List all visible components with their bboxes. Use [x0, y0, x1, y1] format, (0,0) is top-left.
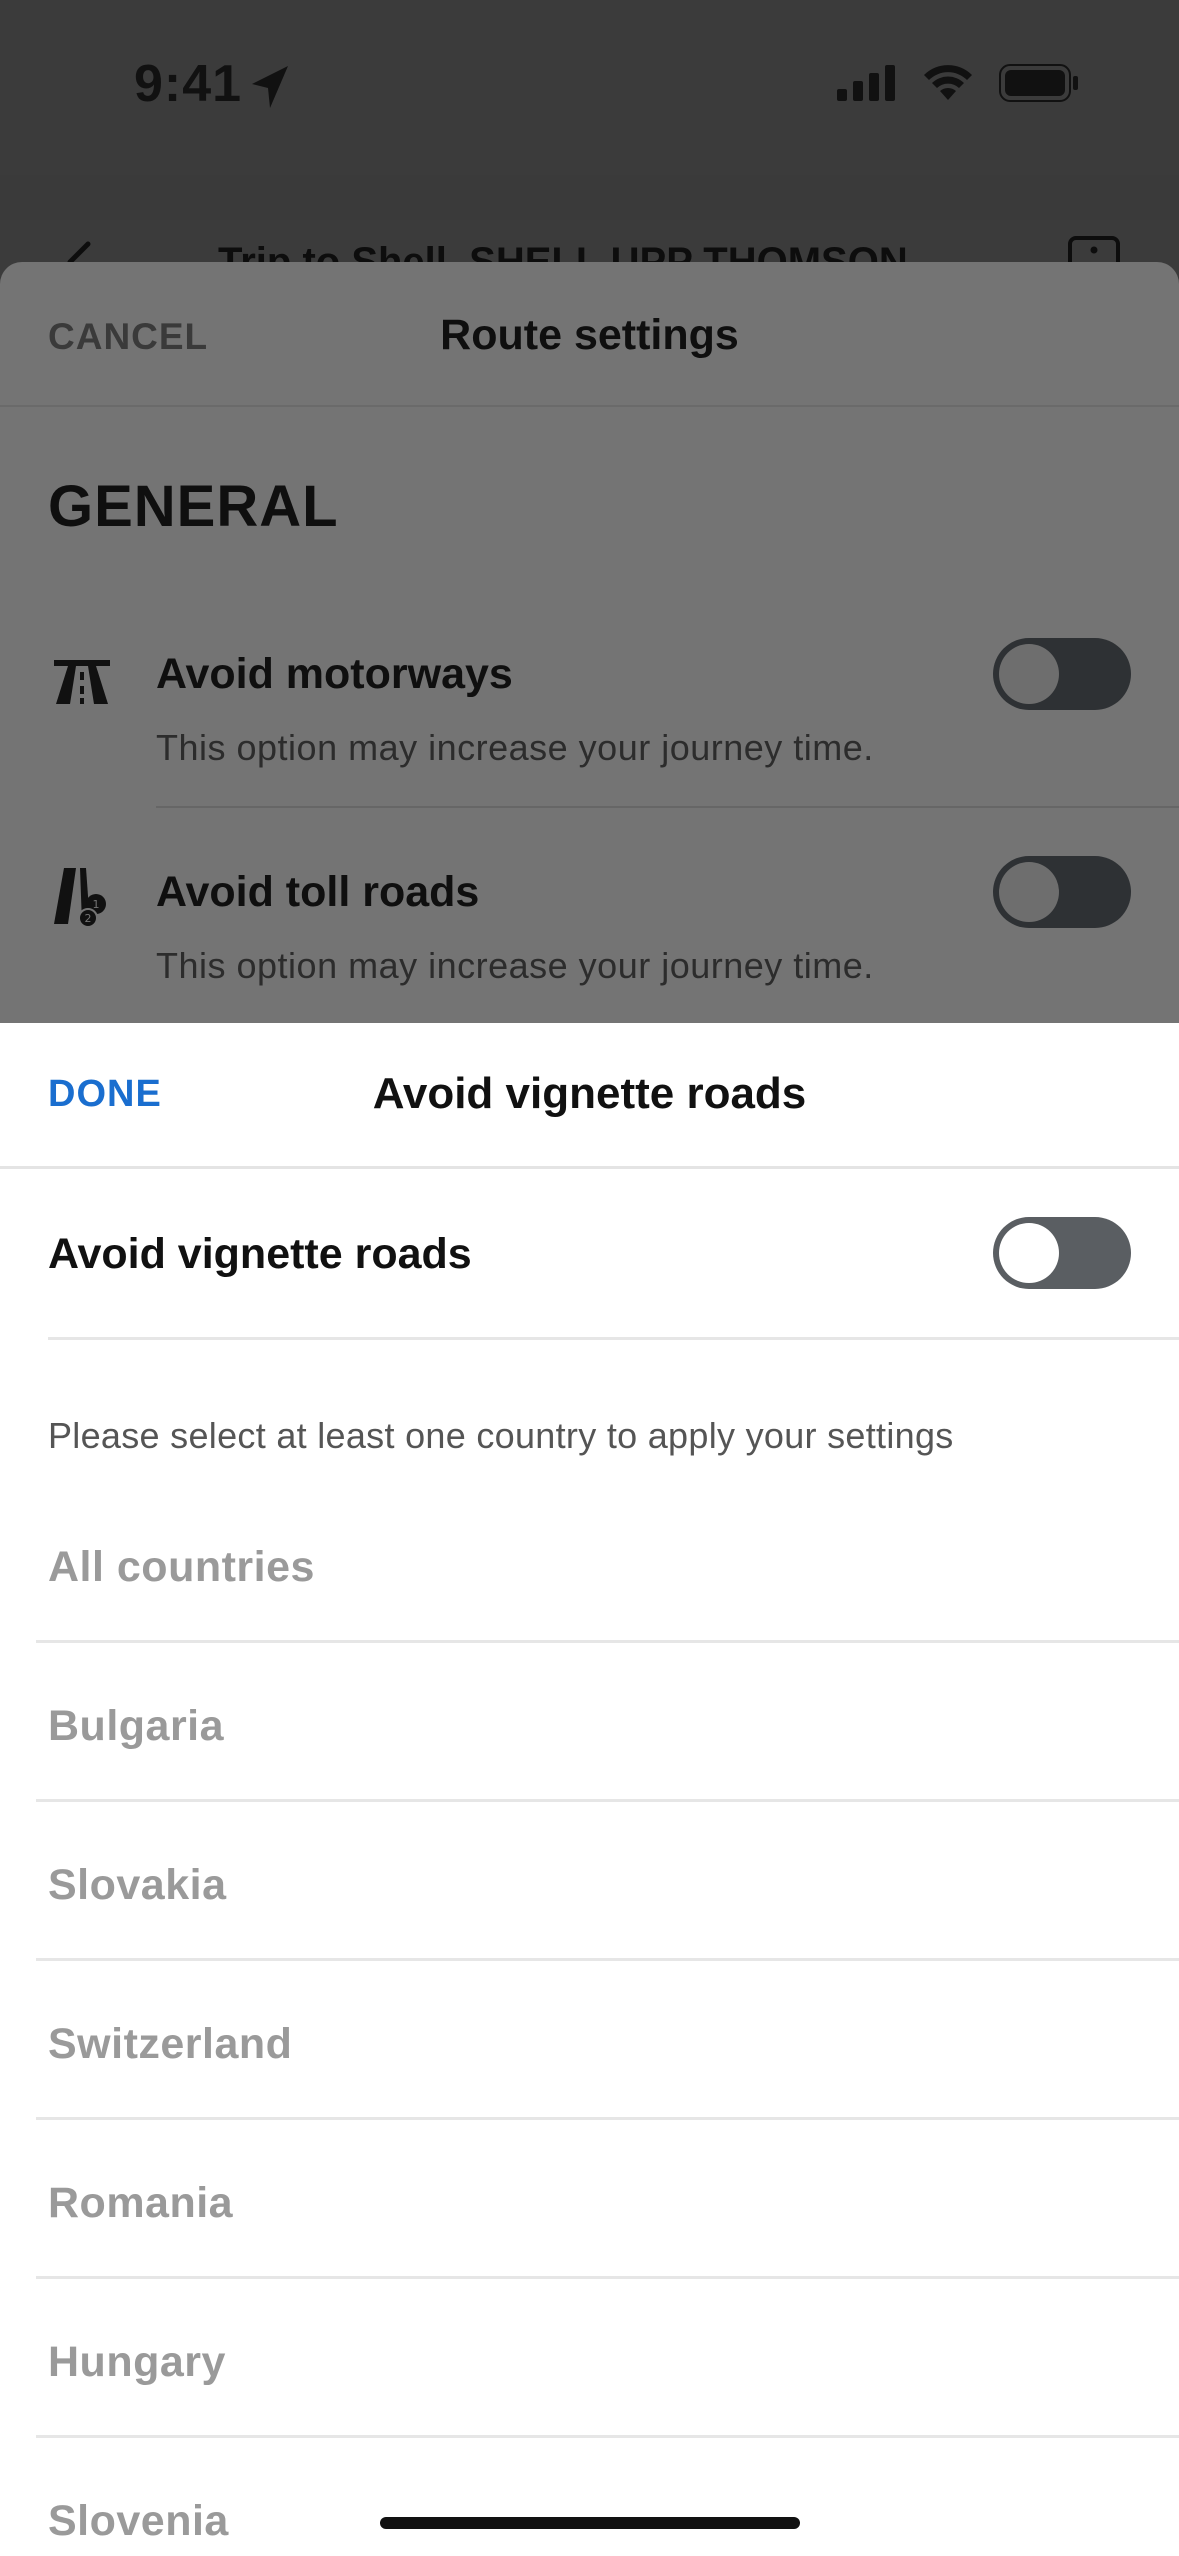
country-item-hungary[interactable]: Hungary: [0, 2318, 1179, 2477]
list-divider: [36, 2117, 1179, 2120]
motorway-icon: [54, 660, 110, 704]
route-settings-header: CANCEL Route settings: [0, 262, 1179, 407]
list-divider: [36, 1958, 1179, 1961]
country-name: Switzerland: [48, 2020, 293, 2068]
avoid-motorways-label: Avoid motorways: [156, 650, 513, 698]
home-indicator: [380, 2517, 800, 2529]
route-settings-title: Route settings: [440, 311, 739, 359]
country-item-all-countries[interactable]: All countries: [0, 1523, 1179, 1682]
country-name: Hungary: [48, 2338, 226, 2386]
country-item-slovakia[interactable]: Slovakia: [0, 1841, 1179, 2000]
avoid-vignette-roads-toggle[interactable]: [993, 1217, 1131, 1289]
option-divider: [156, 806, 1179, 808]
country-name: All countries: [48, 1543, 315, 1591]
list-divider: [36, 2435, 1179, 2438]
country-item-switzerland[interactable]: Switzerland: [0, 2000, 1179, 2159]
route-settings-sheet: CANCEL Route settings GENERAL Avoid moto…: [0, 262, 1179, 1024]
vignette-sheet-header: DONE Avoid vignette roads: [0, 1023, 1179, 1169]
cellular-signal-icon: [837, 65, 895, 101]
list-divider: [36, 1799, 1179, 1802]
country-item-bulgaria[interactable]: Bulgaria: [0, 1682, 1179, 1841]
list-divider: [36, 1640, 1179, 1643]
svg-text:1: 1: [93, 898, 100, 911]
avoid-motorways-subtitle: This option may increase your journey ti…: [156, 727, 874, 768]
toll-road-icon: 1 2: [54, 868, 106, 928]
avoid-toll-roads-subtitle: This option may increase your journey ti…: [156, 945, 874, 986]
svg-text:2: 2: [85, 912, 92, 925]
wifi-icon: [924, 65, 972, 100]
avoid-vignette-roads-label: Avoid vignette roads: [48, 1230, 472, 1278]
country-item-romania[interactable]: Romania: [0, 2159, 1179, 2318]
avoid-motorways-toggle[interactable]: [993, 638, 1131, 710]
vignette-sheet-title: Avoid vignette roads: [372, 1069, 807, 1118]
status-time: 9:41: [134, 55, 243, 113]
country-name: Slovakia: [48, 1861, 227, 1909]
country-selection-hint: Please select at least one country to ap…: [48, 1415, 954, 1456]
vignette-roads-sheet: DONE Avoid vignette roads Avoid vignette…: [0, 1023, 1179, 2556]
country-name: Bulgaria: [48, 1702, 225, 1750]
location-arrow-icon: [252, 66, 288, 108]
battery-icon: [999, 64, 1078, 102]
status-indicators: [837, 64, 1079, 102]
country-name: Slovenia: [48, 2497, 229, 2545]
country-name: Romania: [48, 2179, 234, 2227]
list-divider: [36, 2276, 1179, 2279]
status-bar: 9:41: [0, 0, 1179, 175]
avoid-toll-roads-label: Avoid toll roads: [156, 868, 480, 916]
section-heading-general: GENERAL: [48, 474, 339, 539]
toggle-divider: [48, 1337, 1179, 1340]
avoid-toll-roads-toggle[interactable]: [993, 856, 1131, 928]
